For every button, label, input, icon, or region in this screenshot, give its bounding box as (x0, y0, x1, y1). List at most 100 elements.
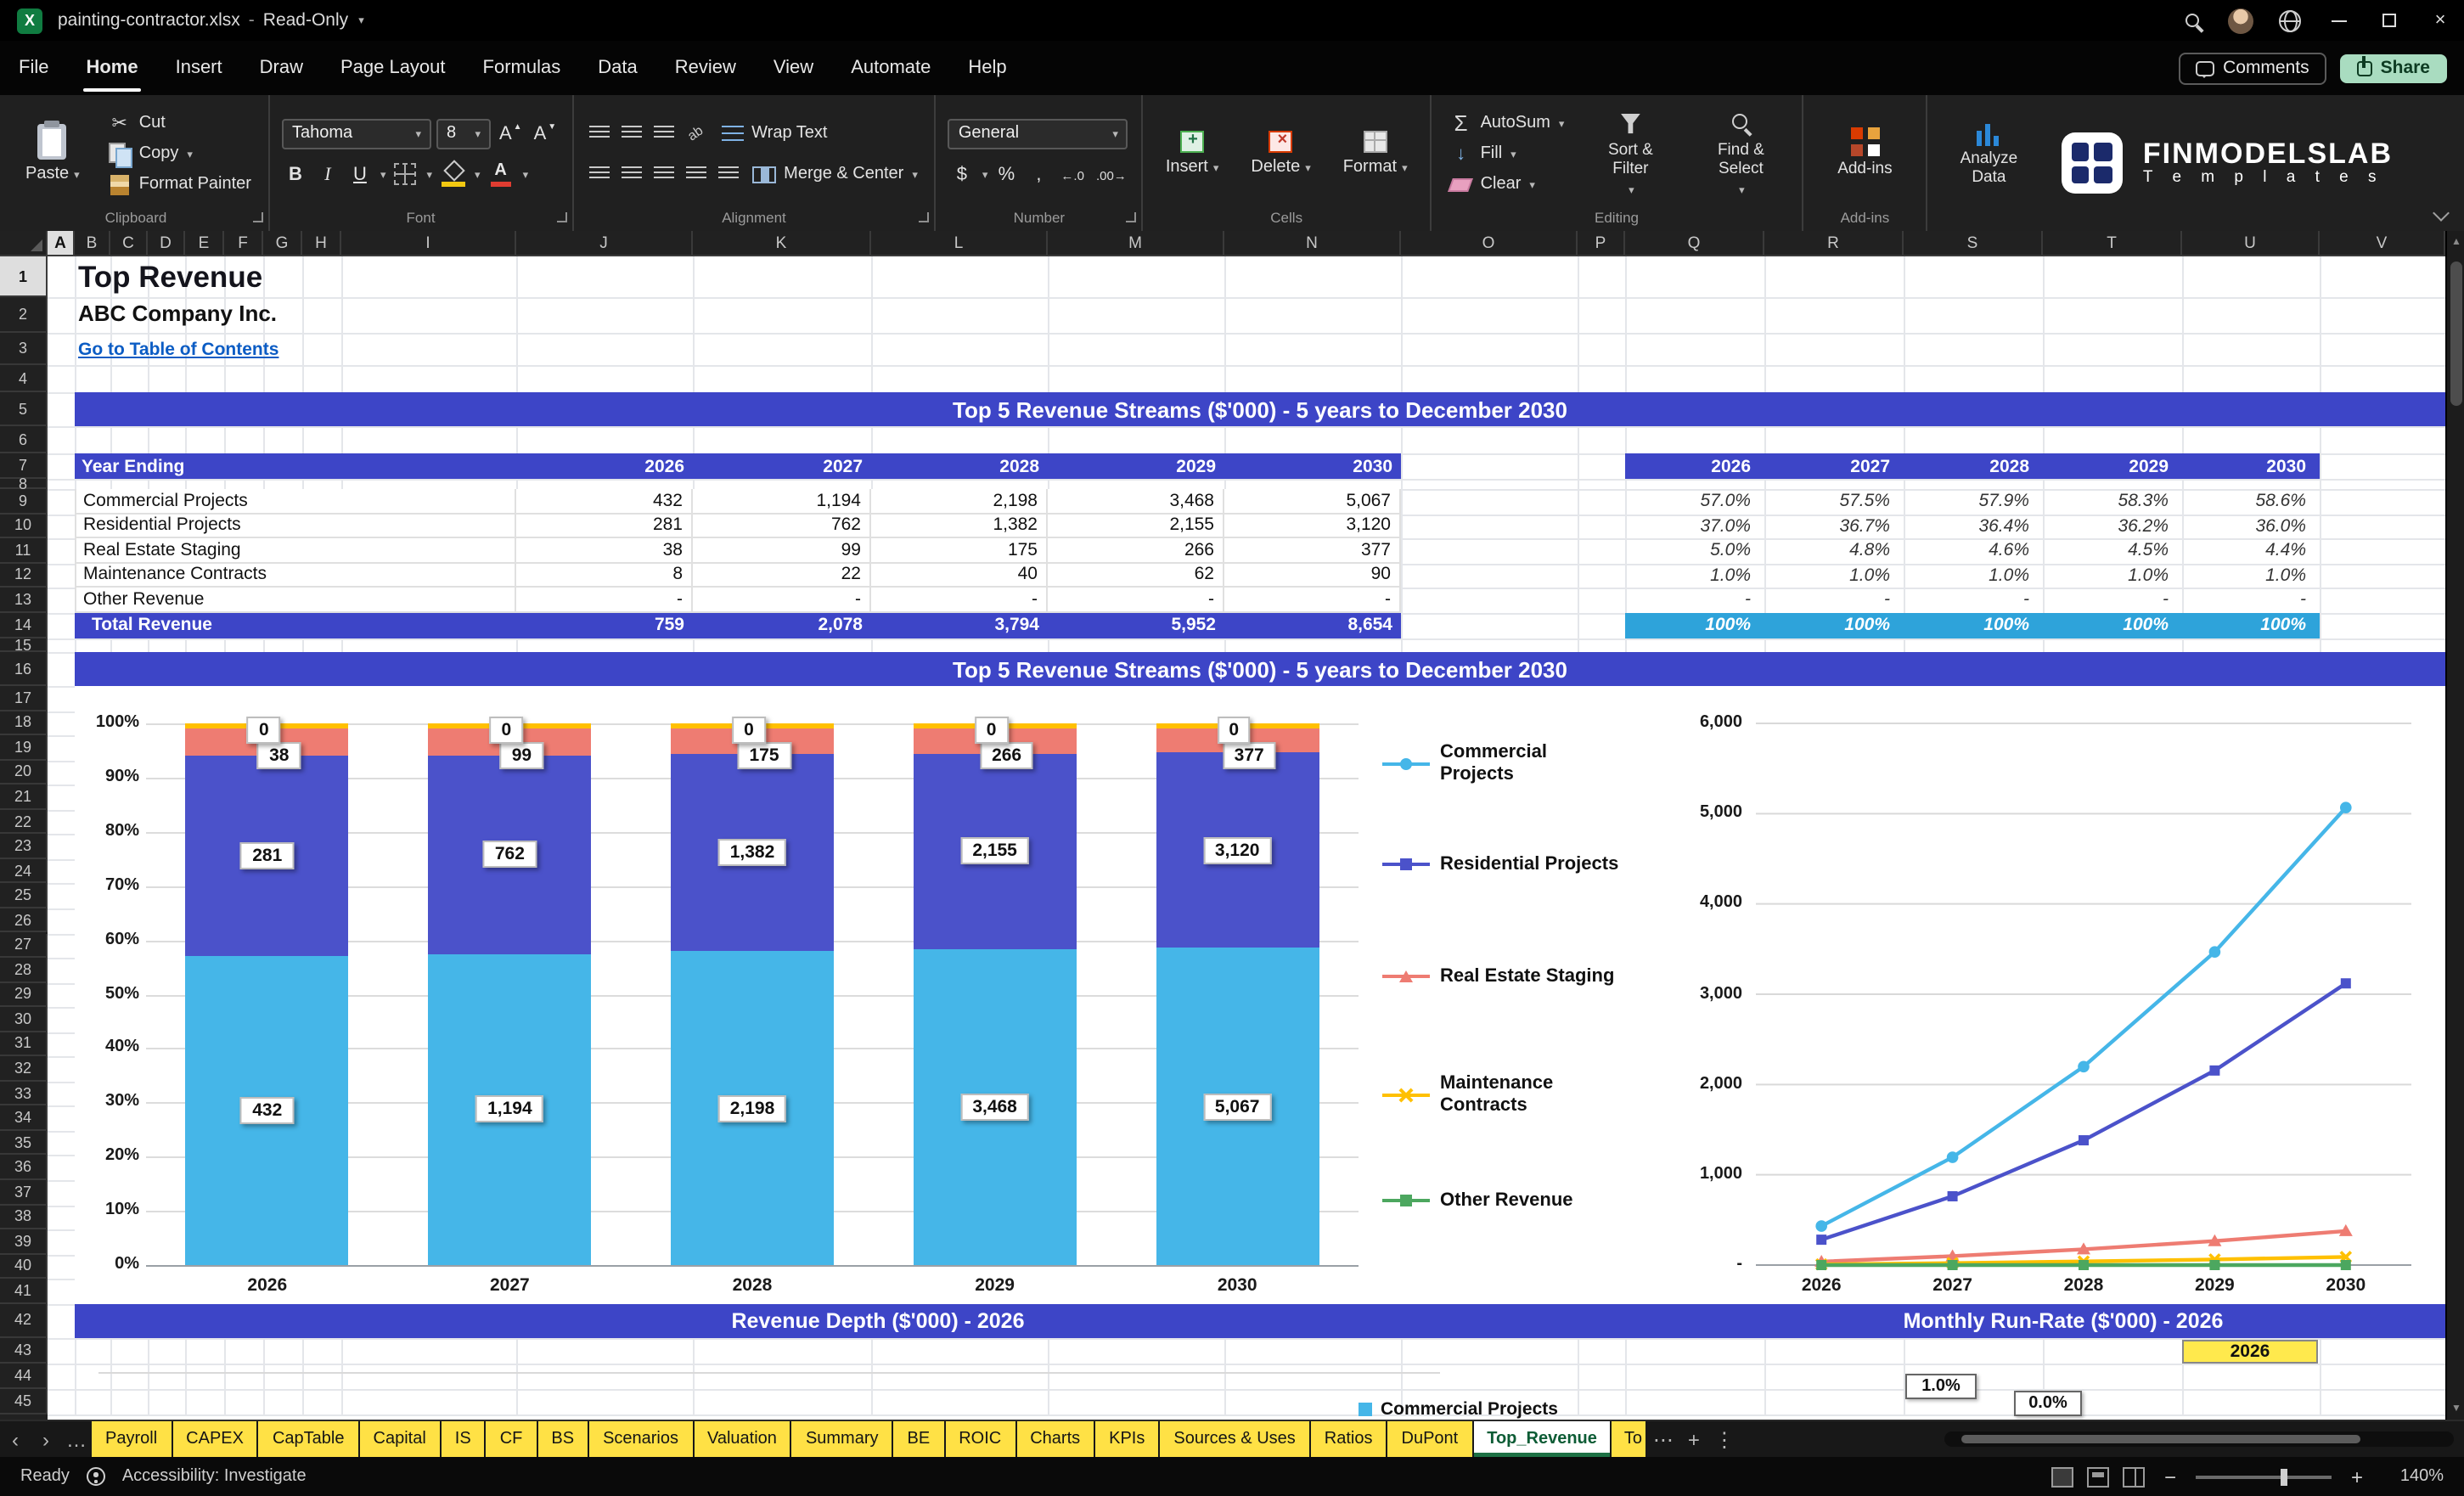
comma-style-button[interactable]: , (1025, 160, 1052, 188)
row-header-35[interactable]: 35 (0, 1130, 48, 1156)
toc-link[interactable]: Go to Table of Contents (78, 340, 278, 360)
add-ins-button[interactable]: Add-ins (1815, 124, 1914, 183)
value-cell[interactable]: - (693, 588, 871, 612)
column-header-E[interactable]: E (185, 231, 224, 256)
scroll-up-arrow[interactable]: ▲ (2447, 231, 2464, 253)
orientation-button[interactable]: ab (682, 120, 709, 147)
row-header-40[interactable]: 40 (0, 1254, 48, 1279)
charts-canvas[interactable]: 100% 90% 80% 70% 60% 50% 40% 30% 20% 10% 0% 432 281 3… (75, 686, 2445, 1304)
fill-button[interactable]: ↓ Fill ▾ (1443, 139, 1570, 168)
percent-style-button[interactable]: % (993, 160, 1020, 188)
row-header-9[interactable]: 9 (0, 489, 48, 514)
format-cells-button[interactable]: Format ▾ (1333, 127, 1418, 180)
align-top-button[interactable] (585, 120, 612, 147)
pct-cell[interactable]: 1.0% (2182, 563, 2320, 588)
accounting-format-button[interactable]: $ (948, 160, 976, 188)
decrease-decimal-button[interactable] (1093, 160, 1130, 188)
value-cell[interactable]: 266 (1048, 538, 1224, 563)
sheet-tab-valuation[interactable]: Valuation (694, 1421, 790, 1457)
sheet-tab-is[interactable]: IS (441, 1421, 485, 1457)
row-header-3[interactable]: 3 (0, 333, 48, 365)
row-header-38[interactable]: 38 (0, 1205, 48, 1230)
value-cell[interactable]: 175 (871, 538, 1048, 563)
row-header-20[interactable]: 20 (0, 760, 48, 785)
table-header-year-2026[interactable]: 2026 (516, 453, 693, 479)
copy-button[interactable]: Copy ▾ (102, 139, 256, 168)
sheet-tab-be[interactable]: BE (893, 1421, 944, 1457)
value-cell[interactable]: 432 (516, 489, 693, 514)
sheet-tab-summary[interactable]: Summary (791, 1421, 892, 1457)
pct-cell[interactable]: 36.7% (1764, 514, 1904, 538)
sheet-tab-ratios[interactable]: Ratios (1310, 1421, 1387, 1457)
pct-cell[interactable]: 1.0% (1625, 563, 1764, 588)
pct-cell[interactable]: 37.0% (1625, 514, 1764, 538)
row-label[interactable]: Residential Projects (75, 514, 516, 538)
more-sheets-button[interactable]: ⋯ (1648, 1421, 1679, 1457)
align-bottom-button[interactable] (650, 120, 677, 147)
value-cell[interactable]: - (1048, 588, 1224, 612)
value-cell[interactable]: - (871, 588, 1048, 612)
column-header-Q[interactable]: Q (1625, 231, 1764, 256)
avatar[interactable] (2228, 8, 2253, 33)
total-value[interactable]: 3,794 (871, 612, 1048, 638)
column-header-J[interactable]: J (516, 231, 693, 256)
page-break-view-button[interactable] (2123, 1466, 2145, 1487)
clear-button[interactable]: Clear ▾ (1443, 170, 1570, 199)
autosum-button[interactable]: Σ AutoSum ▾ (1443, 109, 1570, 138)
column-header-R[interactable]: R (1764, 231, 1904, 256)
pct-cell[interactable]: 5.0% (1625, 538, 1764, 563)
sheet-tab-charts[interactable]: Charts (1016, 1421, 1094, 1457)
align-left-button[interactable] (585, 160, 612, 188)
total-label[interactable]: Total Revenue (75, 612, 516, 638)
table-header-year-2029[interactable]: 2029 (1048, 453, 1224, 479)
window-title[interactable]: painting-contractor.xlsx - Read-Only ▾ (58, 10, 364, 31)
analyze-data-button[interactable]: Analyze Data (1939, 115, 2038, 192)
row-header-36[interactable]: 36 (0, 1155, 48, 1180)
pct-header-year-2026[interactable]: 2026 (1625, 453, 1764, 479)
cells-area[interactable]: Top Revenue ABC Company Inc. Go to Table… (48, 256, 2445, 1420)
sheet-tab-scenarios[interactable]: Scenarios (589, 1421, 692, 1457)
column-header-S[interactable]: S (1904, 231, 2043, 256)
row-header-41[interactable]: 41 (0, 1279, 48, 1304)
pct-cell[interactable]: 4.8% (1764, 538, 1904, 563)
share-button[interactable]: Share (2339, 53, 2447, 82)
fill-color-button[interactable] (437, 160, 468, 188)
value-cell[interactable]: 3,120 (1224, 514, 1401, 538)
add-sheet-button[interactable]: + (1679, 1421, 1709, 1457)
bold-button[interactable]: B (282, 160, 309, 188)
column-header-O[interactable]: O (1401, 231, 1578, 256)
legend-item-other-revenue[interactable]: Other Revenue (1382, 1190, 1637, 1212)
minimize-button[interactable] (2315, 0, 2362, 41)
pct-cell[interactable]: 4.5% (2043, 538, 2182, 563)
insert-cells-button[interactable]: Insert ▾ (1156, 127, 1229, 180)
menu-tab-formulas[interactable]: Formulas (464, 41, 580, 95)
column-header-A[interactable]: A (48, 231, 75, 256)
total-pct[interactable]: 100% (2043, 612, 2182, 638)
row-header-16[interactable]: 16 (0, 652, 48, 686)
row-header-26[interactable]: 26 (0, 908, 48, 933)
merge-center-button[interactable]: Merge & Center ▾ (746, 160, 923, 188)
menu-tab-help[interactable]: Help (949, 41, 1025, 95)
row-header-8[interactable]: 8 (0, 475, 48, 492)
font-color-button[interactable]: A (486, 160, 516, 188)
value-cell[interactable]: - (1224, 588, 1401, 612)
row-header-19[interactable]: 19 (0, 735, 48, 761)
column-header-F[interactable]: F (224, 231, 263, 256)
column-header-K[interactable]: K (693, 231, 871, 256)
column-header-U[interactable]: U (2182, 231, 2320, 256)
pct-cell[interactable]: 1.0% (2043, 563, 2182, 588)
pct-cell[interactable]: 4.6% (1904, 538, 2043, 563)
zoom-in-button[interactable]: + (2345, 1465, 2369, 1488)
zoom-level[interactable]: 140% (2382, 1467, 2444, 1486)
runrate-year-cell[interactable]: 2026 (2182, 1340, 2318, 1364)
row-header-10[interactable]: 10 (0, 514, 48, 538)
decrease-indent-button[interactable] (682, 160, 709, 188)
column-header-D[interactable]: D (148, 231, 185, 256)
row-label[interactable]: Commercial Projects (75, 489, 516, 514)
legend-item-maintenance-contracts[interactable]: Maintenance Contracts (1382, 1073, 1637, 1116)
search-icon[interactable] (2170, 0, 2214, 41)
pct-cell[interactable]: 36.4% (1904, 514, 2043, 538)
legend-item-residential-projects[interactable]: Residential Projects (1382, 854, 1637, 875)
globe-icon[interactable] (2267, 0, 2311, 41)
row-header-14[interactable]: 14 (0, 612, 48, 638)
